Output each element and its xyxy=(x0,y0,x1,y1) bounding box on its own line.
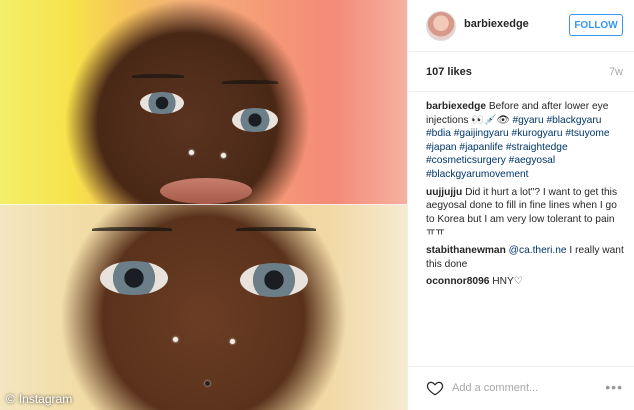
add-comment-input[interactable] xyxy=(452,380,602,396)
before-photo xyxy=(0,0,407,205)
comment-author[interactable]: uujjujju xyxy=(426,187,462,198)
left-eye xyxy=(140,92,184,114)
left-eyebrow xyxy=(92,227,172,231)
nose-piercing-right xyxy=(221,153,226,158)
post-photo: © Instagram xyxy=(0,0,407,410)
list-item: uujjujju Did it hurt a lot"? I want to g… xyxy=(426,186,624,240)
post-stats: 107 likes 7w xyxy=(408,52,634,92)
comment-text: HNY♡ xyxy=(492,276,523,288)
after-photo xyxy=(0,205,407,410)
lips xyxy=(160,178,252,204)
post-header: barbiexedge FOLLOW xyxy=(408,0,634,52)
post-time: 7w xyxy=(608,66,623,78)
comment-author[interactable]: stabithanewman xyxy=(426,245,506,256)
lip-piercing xyxy=(205,381,210,386)
nose-piercing-left xyxy=(189,150,194,155)
instagram-watermark: © Instagram xyxy=(6,392,72,406)
heart-icon[interactable] xyxy=(426,379,444,397)
caption-emoji: 👀💉👁 xyxy=(471,114,510,126)
copyright-icon: © xyxy=(6,392,15,406)
nose-piercing-left xyxy=(173,337,178,342)
right-eye xyxy=(240,263,308,297)
username-link[interactable]: barbiexedge xyxy=(464,18,529,30)
avatar[interactable] xyxy=(426,11,456,41)
right-eye xyxy=(232,108,278,132)
list-item: oconnor8096 HNY♡ xyxy=(426,275,624,289)
caption: barbiexedge Before and after lower eye i… xyxy=(426,100,624,182)
left-eyebrow xyxy=(132,74,184,78)
more-options-icon[interactable]: ••• xyxy=(605,379,623,395)
watermark-text: Instagram xyxy=(18,392,73,406)
left-eye xyxy=(100,261,168,295)
comment-mention[interactable]: @ca.theri.ne xyxy=(509,245,567,256)
right-eyebrow xyxy=(236,227,316,231)
likes-count[interactable]: 107 likes xyxy=(426,66,472,78)
comment-author[interactable]: oconnor8096 xyxy=(426,276,489,287)
caption-author[interactable]: barbiexedge xyxy=(426,101,486,112)
post-sidebar: barbiexedge FOLLOW 107 likes 7w barbiexe… xyxy=(407,0,634,410)
nose-piercing-right xyxy=(230,339,235,344)
right-eyebrow xyxy=(222,80,278,84)
follow-button[interactable]: FOLLOW xyxy=(569,14,623,36)
comments-list: barbiexedge Before and after lower eye i… xyxy=(426,100,624,293)
list-item: stabithanewman @ca.theri.ne I really wan… xyxy=(426,244,624,271)
post-footer: ••• xyxy=(408,366,634,410)
